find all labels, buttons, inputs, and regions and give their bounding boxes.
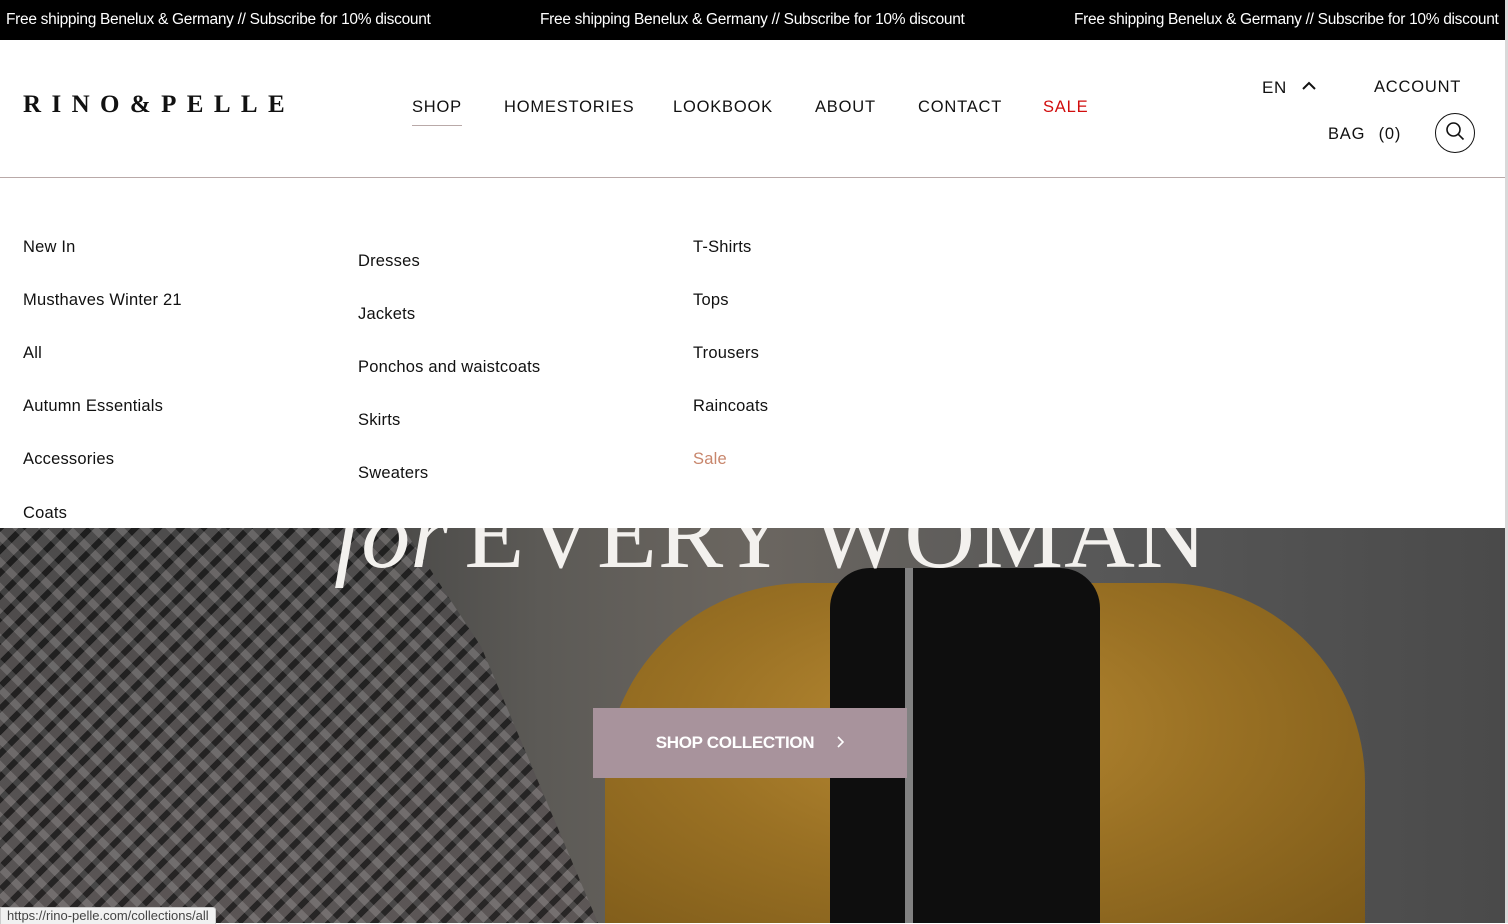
chevron-right-icon — [836, 733, 845, 753]
search-button[interactable] — [1435, 113, 1475, 153]
menu-item-all[interactable]: All — [23, 344, 42, 363]
nav-shop[interactable]: SHOP — [412, 98, 462, 126]
site-logo[interactable]: RINO&PELLE — [23, 91, 295, 119]
nav-homestories[interactable]: HOMESTORIES — [504, 98, 634, 117]
menu-item-new-in[interactable]: New In — [23, 238, 76, 257]
account-link[interactable]: ACCOUNT — [1374, 78, 1461, 97]
announcement-text[interactable]: Free shipping Benelux & Germany // Subsc… — [6, 11, 431, 29]
menu-item-dresses[interactable]: Dresses — [358, 252, 420, 271]
hero-title-main: EVERY WOMAN — [464, 528, 1208, 589]
menu-item-tshirts[interactable]: T-Shirts — [693, 238, 751, 257]
nav-about[interactable]: ABOUT — [815, 98, 876, 117]
announcement-bar: Free shipping Benelux & Germany // Subsc… — [0, 0, 1505, 40]
announcement-text[interactable]: Free shipping Benelux & Germany // Subsc… — [540, 11, 965, 29]
site-header: RINO&PELLE SHOP HOMESTORIES LOOKBOOK ABO… — [0, 40, 1505, 178]
language-selector[interactable]: EN — [1262, 78, 1316, 98]
menu-item-ponchos[interactable]: Ponchos and waistcoats — [358, 358, 540, 377]
bag-label: BAG — [1328, 125, 1366, 143]
menu-item-skirts[interactable]: Skirts — [358, 411, 400, 430]
nav-sale[interactable]: SALE — [1043, 98, 1088, 117]
nav-contact[interactable]: CONTACT — [918, 98, 1002, 117]
menu-item-jackets[interactable]: Jackets — [358, 305, 415, 324]
menu-item-sweaters[interactable]: Sweaters — [358, 464, 428, 483]
menu-item-musthaves[interactable]: Musthaves Winter 21 — [23, 291, 182, 310]
menu-item-trousers[interactable]: Trousers — [693, 344, 759, 363]
search-icon — [1445, 121, 1465, 146]
hero-title-italic: for — [334, 528, 449, 589]
menu-item-sale[interactable]: Sale — [693, 450, 727, 469]
status-bar-url: https://rino-pelle.com/collections/all — [0, 907, 216, 924]
bag-count: (0) — [1378, 125, 1402, 143]
bag-link[interactable]: BAG (0) — [1328, 125, 1401, 144]
announcement-text[interactable]: Free shipping Benelux & Germany // Subsc… — [1074, 11, 1499, 29]
language-label: EN — [1262, 78, 1287, 97]
menu-item-accessories[interactable]: Accessories — [23, 450, 114, 469]
menu-item-coats[interactable]: Coats — [23, 504, 67, 523]
hero-title: for EVERY WOMAN — [334, 528, 1208, 584]
chevron-up-icon — [1302, 79, 1316, 94]
shop-dropdown-menu: New In Musthaves Winter 21 All Autumn Es… — [0, 178, 1505, 528]
menu-item-tops[interactable]: Tops — [693, 291, 729, 310]
hero-banner: for EVERY WOMAN SHOP COLLECTION — [0, 528, 1505, 923]
nav-lookbook[interactable]: LOOKBOOK — [673, 98, 773, 117]
menu-item-raincoats[interactable]: Raincoats — [693, 397, 768, 416]
menu-item-autumn-essentials[interactable]: Autumn Essentials — [23, 397, 163, 416]
shop-collection-button[interactable]: SHOP COLLECTION — [593, 708, 907, 778]
shop-collection-label: SHOP COLLECTION — [655, 733, 815, 752]
